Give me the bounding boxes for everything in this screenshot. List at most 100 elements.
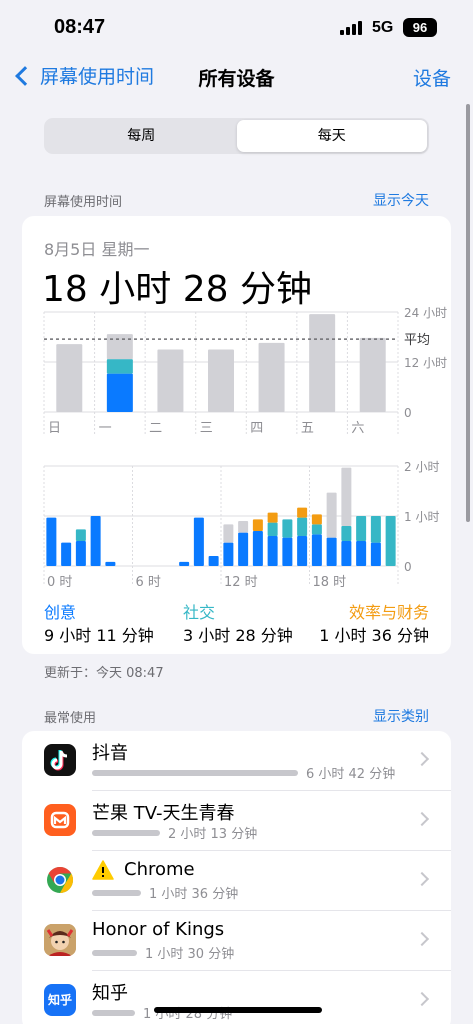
x-tick-label: 日	[48, 421, 61, 436]
app-name-wrap: Chrome	[92, 859, 195, 880]
usage-bar	[92, 1010, 135, 1016]
bar-一-s1	[106, 359, 133, 374]
x-tick-label: 五	[301, 421, 314, 436]
mango-tv-icon	[44, 804, 76, 836]
usage-bar	[92, 830, 160, 836]
x-tick-label: 18 时	[313, 575, 347, 590]
usage-time: 1 小时 30 分钟	[145, 947, 235, 962]
legend-creative-name: 创意	[44, 603, 77, 622]
chevron-left-icon	[15, 65, 35, 86]
x-tick-label: 12 时	[224, 575, 258, 590]
chevron-right-icon	[414, 871, 430, 887]
legend-productivity-value: 1 小时 36 分钟	[319, 626, 429, 645]
bar-四-s3	[258, 342, 285, 412]
bar-18-s2	[311, 514, 322, 525]
bar-20-s0	[341, 541, 352, 566]
x-tick-label: 四	[250, 421, 263, 436]
bar-22-s1	[370, 516, 381, 543]
status-time: 08:47	[54, 16, 106, 38]
most-used-list: 抖音 6 小时 42 分钟 芒果 TV-天生青春 2 小时 13 分钟 Chro…	[22, 731, 451, 1024]
bar-18-s1	[311, 524, 322, 535]
bar-16-s0	[282, 537, 293, 566]
usage-time: 1 小时 36 分钟	[149, 887, 239, 902]
chevron-right-icon	[414, 811, 430, 827]
bar-2-s1	[75, 529, 86, 541]
bar-18-s0	[311, 534, 322, 566]
chevron-right-icon	[414, 751, 430, 767]
x-tick-label: 6 时	[136, 575, 161, 590]
bar-20-s1	[341, 526, 352, 541]
bar-一-s3	[106, 334, 133, 360]
bar-一-s0	[106, 373, 133, 412]
bar-10-s0	[193, 517, 204, 566]
usage-bar	[92, 890, 141, 896]
bar-17-s0	[297, 536, 308, 566]
show-today-link[interactable]: 显示今天	[373, 190, 429, 210]
bar-二-s3	[157, 349, 184, 412]
bar-15-s1	[267, 522, 278, 536]
period-segmented-control: 每周 每天	[44, 118, 429, 154]
bar-12-s0	[223, 542, 234, 566]
devices-button[interactable]: 设备	[413, 64, 451, 91]
y-tick-label: 1 小时	[404, 510, 439, 524]
app-row-mango-tv[interactable]: 芒果 TV-天生青春 2 小时 13 分钟	[22, 791, 451, 851]
updated-label: 更新于：今天 08:47	[44, 666, 164, 681]
bar-六-s3	[359, 337, 386, 412]
network-type: 5G	[372, 19, 394, 36]
x-tick-label: 一	[99, 421, 112, 436]
app-name: 芒果 TV-天生青春	[92, 803, 235, 824]
bar-14-s2	[252, 519, 263, 531]
bar-五-s3	[309, 314, 336, 412]
app-row-douyin[interactable]: 抖音 6 小时 42 分钟	[22, 731, 451, 791]
scrollbar[interactable]	[466, 104, 470, 522]
date-label: 8月5日 星期一	[44, 240, 150, 259]
bar-15-s2	[267, 512, 278, 523]
back-button[interactable]: 屏幕使用时间	[12, 62, 154, 89]
x-tick-label: 三	[200, 421, 213, 436]
app-name: Honor of Kings	[92, 919, 225, 940]
usage-time: 2 小时 13 分钟	[168, 827, 258, 842]
bar-9-s0	[179, 561, 190, 566]
usage-bar	[92, 950, 137, 956]
zhihu-icon: 知乎	[44, 984, 76, 1016]
bar-23-s1	[385, 516, 396, 566]
y-tick-label: 24 小时	[404, 306, 447, 320]
x-tick-label: 二	[149, 421, 162, 436]
bar-16-s1	[282, 519, 293, 538]
bar-日-s3	[56, 344, 83, 412]
app-name: 知乎	[92, 983, 128, 1004]
app-row-honor-of-kings[interactable]: Honor of Kings 1 小时 30 分钟	[22, 911, 451, 971]
y-tick-label: 12 小时	[404, 356, 447, 370]
back-label: 屏幕使用时间	[40, 66, 155, 88]
bar-0-s0	[46, 517, 57, 566]
x-tick-label: 六	[351, 421, 364, 436]
legend-social-name: 社交	[183, 603, 216, 622]
bar-19-s3	[326, 492, 337, 538]
bar-12-s3	[223, 524, 234, 543]
show-categories-link[interactable]: 显示类别	[373, 706, 429, 726]
x-tick-label: 0 时	[47, 575, 72, 590]
app-row-chrome[interactable]: Chrome 1 小时 36 分钟	[22, 851, 451, 911]
signal-icon	[340, 21, 364, 35]
bar-15-s0	[267, 536, 278, 566]
bar-17-s2	[297, 507, 308, 518]
bar-22-s0	[370, 542, 381, 566]
screen-time-card: 8月5日 星期一 18 小时 28 分钟 24 小时 12 小时 0 日一二三四五六平…	[22, 216, 451, 654]
app-row-zhihu[interactable]: 知乎 知乎 1 小时 28 分钟	[22, 971, 451, 1024]
chevron-right-icon	[414, 991, 430, 1007]
screen-time-section-header: 屏幕使用时间	[44, 195, 123, 210]
battery-icon: 96	[403, 18, 437, 37]
app-name: 抖音	[92, 743, 128, 764]
bar-21-s1	[356, 516, 367, 541]
bar-3-s0	[90, 516, 101, 566]
bar-13-s0	[238, 532, 249, 566]
home-indicator[interactable]	[154, 1007, 322, 1013]
douyin-icon	[44, 744, 76, 776]
bar-19-s0	[326, 537, 337, 566]
hourly-usage-chart: 2 小时 1 小时 0 0 时 6 时 12 时 18 时	[43, 460, 439, 590]
bar-1-s0	[61, 542, 72, 566]
bar-17-s1	[297, 517, 308, 536]
segment-weekly[interactable]: 每周	[46, 120, 237, 152]
segment-daily[interactable]: 每天	[236, 120, 427, 152]
chevron-right-icon	[414, 931, 430, 947]
